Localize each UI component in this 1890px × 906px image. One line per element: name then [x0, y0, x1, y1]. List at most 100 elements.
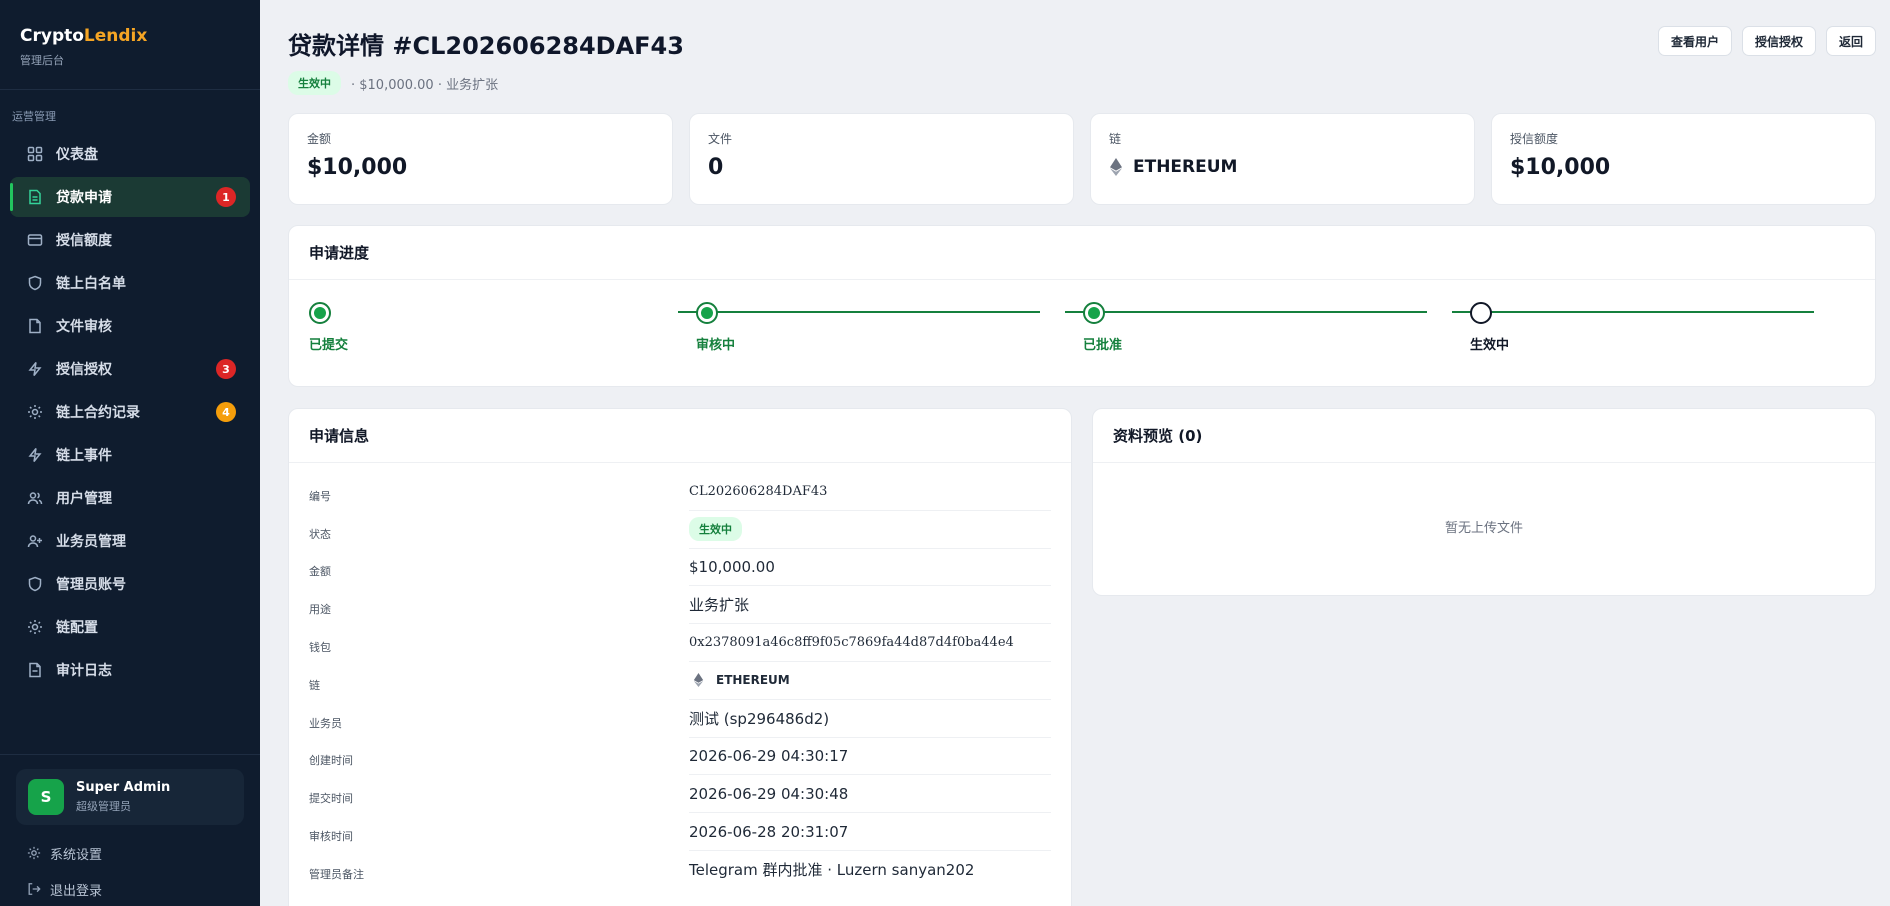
notification-badge: 3: [216, 359, 236, 379]
empty-state-text: 暂无上传文件: [1444, 521, 1523, 536]
stat-card-amount: 金额 $10,000: [288, 113, 673, 205]
sidebar-item-credit-auth[interactable]: 授信授权 3: [10, 349, 250, 389]
info-value: 业务扩张: [689, 586, 1051, 625]
document-icon: [26, 188, 44, 206]
sidebar-item-chain-config[interactable]: 链配置: [10, 607, 250, 647]
stat-label: 文件: [708, 132, 733, 146]
page-title: 贷款详情 #CL202606284DAF43: [288, 32, 684, 60]
step-done-icon: [696, 302, 718, 324]
users-icon: [26, 489, 44, 507]
step-label: 已批准: [1083, 338, 1123, 353]
sidebar: CryptoLendix 管理后台 运营管理 仪表盘 贷款申请 1 授信额度 链…: [0, 0, 260, 906]
credit-auth-button[interactable]: 授信授权: [1741, 26, 1816, 56]
stat-value: 0: [708, 155, 724, 180]
user-card[interactable]: S Super Admin 超级管理员: [16, 769, 244, 825]
sun-icon: [26, 618, 44, 636]
info-row-status: 状态 生效中: [309, 511, 1051, 549]
info-key: 提交时间: [309, 792, 353, 806]
sidebar-footer: S Super Admin 超级管理员 系统设置 退出登录: [0, 754, 260, 906]
shield-icon: [26, 274, 44, 292]
stat-card-files: 文件 0: [689, 113, 1074, 205]
ethereum-icon: [693, 673, 704, 688]
back-button[interactable]: 返回: [1825, 26, 1876, 56]
sidebar-item-file-review[interactable]: 文件审核: [10, 306, 250, 346]
sidebar-item-label: 管理员账号: [56, 577, 126, 593]
sidebar-item-whitelist[interactable]: 链上白名单: [10, 263, 250, 303]
sidebar-item-label: 链上事件: [56, 448, 112, 464]
sidebar-item-label: 用户管理: [56, 491, 112, 507]
stat-label: 链: [1109, 132, 1122, 146]
progress-steps: 已提交 审核中 已批准 生效中: [289, 280, 1875, 386]
step-connector: [1065, 311, 1427, 313]
ethereum-icon: [1110, 158, 1122, 176]
system-settings-link[interactable]: 系统设置: [16, 835, 244, 871]
sidebar-item-contract-records[interactable]: 链上合约记录 4: [10, 392, 250, 432]
page-meta: 生效中 · $10,000.00 · 业务扩张: [288, 71, 684, 95]
user-role: 超级管理员: [76, 800, 131, 813]
sidebar-item-agent-management[interactable]: 业务员管理: [10, 521, 250, 561]
info-key: 金额: [309, 565, 331, 579]
sidebar-item-chain-events[interactable]: 链上事件: [10, 435, 250, 475]
info-row-submitted: 提交时间 2026-06-29 04:30:48: [309, 775, 1051, 814]
sidebar-item-label: 贷款申请: [56, 190, 112, 206]
sidebar-item-label: 链配置: [56, 620, 98, 636]
info-key: 用途: [309, 603, 331, 617]
step-done-icon: [309, 302, 331, 324]
info-value: 2026-06-29 04:30:17: [689, 738, 1051, 776]
progress-step-active: 生效中: [1452, 302, 1814, 353]
info-value: Telegram 群内批准 · Luzern sanyan202: [689, 861, 975, 880]
page-header: 贷款详情 #CL202606284DAF43 生效中 · $10,000.00 …: [288, 26, 684, 95]
file-preview-card: 资料预览 (0) 暂无上传文件: [1092, 408, 1876, 596]
sidebar-item-credit-limit[interactable]: 授信额度: [10, 220, 250, 260]
step-done-icon: [1083, 302, 1105, 324]
info-value: CL202606284DAF43: [689, 473, 1051, 511]
progress-step-approved: 已批准: [1065, 302, 1427, 353]
card-icon: [26, 231, 44, 249]
step-label: 审核中: [696, 338, 736, 353]
sidebar-item-user-management[interactable]: 用户管理: [10, 478, 250, 518]
info-row-wallet: 钱包 0x2378091a46c8ff9f05c7869fa44d87d4f0b…: [309, 624, 1051, 662]
info-row-amount: 金额 $10,000.00: [309, 549, 1051, 587]
logout-link[interactable]: 退出登录: [16, 871, 244, 906]
file-icon: [26, 661, 44, 679]
sidebar-item-label: 文件审核: [56, 319, 112, 335]
stat-label: 授信额度: [1510, 132, 1559, 146]
application-info-title: 申请信息: [289, 409, 1071, 463]
info-key: 钱包: [309, 641, 331, 655]
stat-card-credit-limit: 授信额度 $10,000: [1491, 113, 1876, 205]
sidebar-item-admin-accounts[interactable]: 管理员账号: [10, 564, 250, 604]
shield-icon: [26, 575, 44, 593]
step-pending-icon: [1470, 302, 1492, 324]
info-row-created: 创建时间 2026-06-29 04:30:17: [309, 738, 1051, 776]
info-key: 审核时间: [309, 830, 353, 844]
step-connector: [678, 311, 1040, 313]
info-key: 业务员: [309, 716, 342, 730]
sidebar-section-label: 运营管理: [12, 110, 56, 123]
view-user-button[interactable]: 查看用户: [1657, 26, 1732, 56]
info-value: $10,000.00: [689, 549, 1051, 587]
user-name: Super Admin: [76, 780, 171, 795]
brand-subtitle: 管理后台: [20, 54, 64, 67]
info-key: 管理员备注: [309, 867, 364, 881]
info-value: 测试 (sp296486d2): [689, 700, 1051, 738]
progress-card-title: 申请进度: [289, 226, 1875, 280]
info-row-purpose: 用途 业务扩张: [309, 586, 1051, 625]
info-value: 2026-06-28 20:31:07: [689, 813, 1051, 851]
sidebar-item-audit-log[interactable]: 审计日志: [10, 650, 250, 690]
info-row-reviewed: 审核时间 2026-06-28 20:31:07: [309, 813, 1051, 851]
sidebar-item-label: 业务员管理: [56, 534, 126, 550]
sidebar-item-label: 授信授权: [56, 362, 112, 378]
stat-value-chain: ETHEREUM: [1109, 157, 1456, 177]
step-connector: [1452, 311, 1814, 313]
grid-icon: [26, 145, 44, 163]
sidebar-item-loan-applications[interactable]: 贷款申请 1: [10, 177, 250, 217]
system-settings-label: 系统设置: [50, 847, 103, 863]
stat-value: $10,000: [1510, 155, 1611, 180]
brand-logo[interactable]: CryptoLendix: [20, 26, 240, 46]
wallet-address[interactable]: 0x2378091a46c8ff9f05c7869fa44d87d4f0ba44…: [689, 624, 1051, 662]
stat-value: $10,000: [307, 155, 408, 180]
chain-name: ETHEREUM: [716, 673, 790, 688]
avatar: S: [28, 779, 64, 815]
sidebar-item-dashboard[interactable]: 仪表盘: [10, 134, 250, 174]
sidebar-item-label: 链上白名单: [56, 276, 126, 292]
